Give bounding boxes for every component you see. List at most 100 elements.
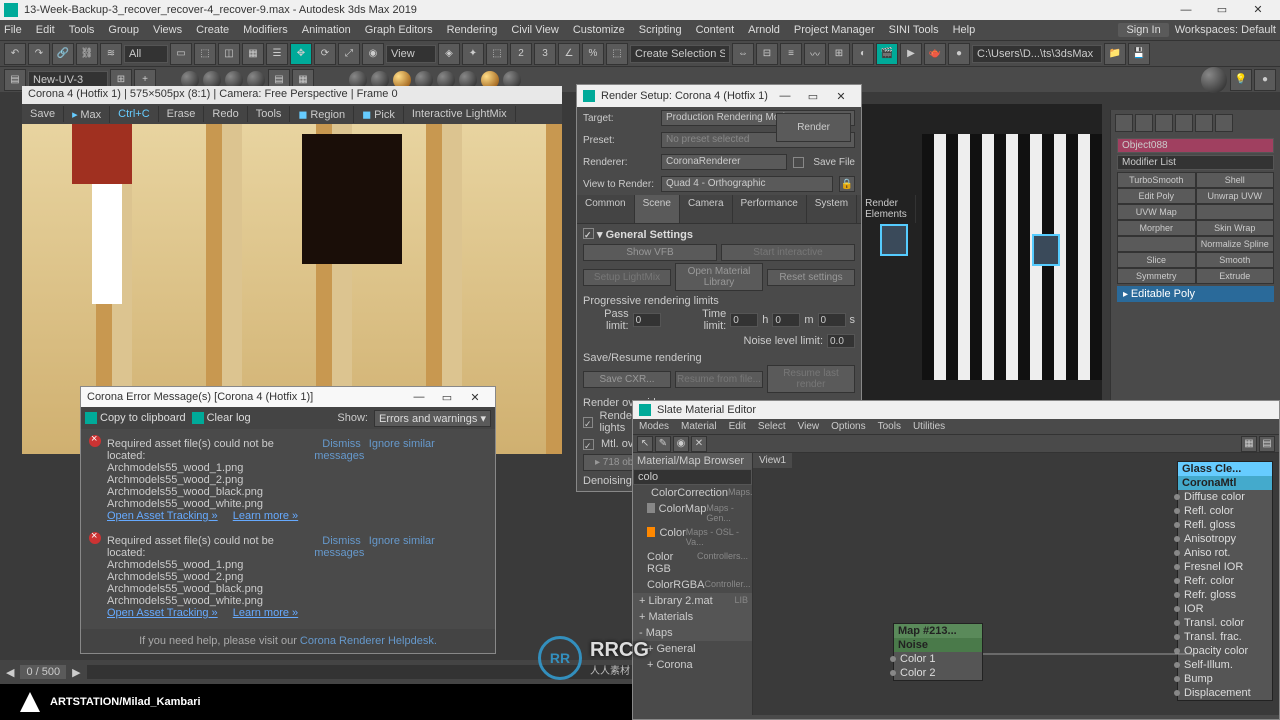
select-by-name-icon[interactable]: ☰ — [266, 43, 288, 65]
vfb-ctrlc[interactable]: Ctrl+C — [110, 106, 158, 122]
helpdesk-link[interactable]: Corona Renderer Helpdesk. — [300, 635, 437, 647]
slate-menu-select[interactable]: Select — [758, 421, 786, 432]
render-button[interactable]: Render — [776, 113, 851, 142]
mod-symmetry[interactable]: Symmetry — [1117, 268, 1196, 284]
time-h-spinner[interactable] — [730, 313, 758, 327]
render-prod-icon[interactable]: ● — [948, 43, 970, 65]
mat-group-materials[interactable]: + Materials — [633, 609, 752, 625]
vfb-pick[interactable]: ◼ Pick — [354, 106, 404, 123]
menu-scripting[interactable]: Scripting — [639, 24, 682, 36]
display-tab-icon[interactable] — [1195, 114, 1213, 132]
slate-layout-icon[interactable]: ▦ — [1241, 436, 1257, 452]
slate-menu-modes[interactable]: Modes — [639, 421, 669, 432]
close-button[interactable]: ✕ — [1240, 0, 1276, 20]
spinner-snap-icon[interactable]: ⬚ — [606, 43, 628, 65]
slate-menu-utilities[interactable]: Utilities — [913, 421, 945, 432]
tab-camera[interactable]: Camera — [680, 195, 733, 223]
menu-file[interactable]: File — [4, 24, 22, 36]
rhl-checkbox[interactable] — [583, 417, 593, 428]
vfb-save[interactable]: Save — [22, 106, 64, 122]
menu-rendering[interactable]: Rendering — [447, 24, 498, 36]
node-slot[interactable]: Fresnel IOR — [1178, 560, 1272, 574]
render-setup-button[interactable]: 🎬 — [876, 43, 898, 65]
node-map[interactable]: Map #213... Noise Color 1 Color 2 — [893, 623, 983, 681]
start-interactive-button[interactable]: Start interactive — [721, 244, 855, 261]
render-close-button[interactable]: ✕ — [827, 90, 855, 103]
tab-common[interactable]: Common — [577, 195, 635, 223]
dismiss-link[interactable]: Dismiss — [322, 535, 361, 547]
view-dropdown[interactable]: Quad 4 - Orthographic — [661, 176, 833, 192]
create-tab-icon[interactable] — [1115, 114, 1133, 132]
menu-create[interactable]: Create — [196, 24, 229, 36]
copy-clipboard-button[interactable]: Copy to clipboard — [85, 412, 186, 424]
tab-performance[interactable]: Performance — [733, 195, 807, 223]
menu-modifiers[interactable]: Modifiers — [243, 24, 288, 36]
unlink-button[interactable]: ⛓ — [76, 43, 98, 65]
node-slot-color1[interactable]: Color 1 — [894, 652, 982, 666]
mat-slot-icon[interactable] — [1201, 67, 1227, 93]
keyboard-shortcut-icon[interactable]: ⬚ — [486, 43, 508, 65]
menu-arnold[interactable]: Arnold — [748, 24, 780, 36]
node-slot[interactable]: Displacement — [1178, 686, 1272, 700]
menu-civilview[interactable]: Civil View — [511, 24, 558, 36]
setup-lightmix-button[interactable]: Setup LightMix — [583, 269, 671, 286]
general-settings-header[interactable]: ▾ General Settings — [583, 224, 855, 243]
open-matlib-button[interactable]: Open Material Library — [675, 263, 763, 291]
menu-edit[interactable]: Edit — [36, 24, 55, 36]
dismiss-link[interactable]: Dismiss — [322, 438, 361, 450]
workspaces-dropdown[interactable]: Workspaces: Default — [1175, 24, 1276, 36]
object-name-field[interactable]: Object088 — [1117, 138, 1274, 153]
error-filter-dropdown[interactable]: Errors and warnings ▾ — [374, 410, 491, 427]
modify-tab-icon[interactable] — [1135, 114, 1153, 132]
node-slot[interactable]: Anisotropy — [1178, 532, 1272, 546]
vfb-max[interactable]: ▸ Max — [64, 106, 110, 123]
slate-menu-tools[interactable]: Tools — [878, 421, 901, 432]
asset-tracking-link[interactable]: Open Asset Tracking » — [107, 510, 218, 522]
mod-turbosmooth[interactable]: TurboSmooth — [1117, 172, 1196, 188]
clear-log-button[interactable]: Clear log — [192, 412, 251, 424]
selection-filter[interactable] — [124, 45, 168, 63]
slate-menu-view[interactable]: View — [798, 421, 820, 432]
teapot-render-icon[interactable]: 🫖 — [924, 43, 946, 65]
signin-button[interactable]: Sign In — [1118, 23, 1168, 37]
mod-shell[interactable]: Shell — [1196, 172, 1275, 188]
hierarchy-tab-icon[interactable] — [1155, 114, 1173, 132]
mod-extrude[interactable]: Extrude — [1196, 268, 1275, 284]
menu-grapheditors[interactable]: Graph Editors — [365, 24, 433, 36]
slate-pick-icon[interactable]: ↖ — [637, 436, 653, 452]
mat-group-library[interactable]: + Library 2.matLIB — [633, 593, 752, 609]
savefile-checkbox[interactable] — [793, 157, 804, 168]
snap-2d-icon[interactable]: 2 — [510, 43, 532, 65]
node-slot[interactable]: Refr. color — [1178, 574, 1272, 588]
menu-content[interactable]: Content — [696, 24, 735, 36]
reset-settings-button[interactable]: Reset settings — [767, 269, 855, 286]
material-editor-button[interactable]: ◐ — [852, 43, 874, 65]
slate-layout2-icon[interactable]: ▤ — [1259, 436, 1275, 452]
show-vfb-button[interactable]: Show VFB — [583, 244, 717, 261]
node-slot[interactable]: Self-Illum. — [1178, 658, 1272, 672]
slate-view[interactable]: View1 Map #213... Noise Color 1 Color 2 … — [753, 453, 1279, 715]
folder-icon[interactable]: 📁 — [1104, 43, 1126, 65]
learn-more-link[interactable]: Learn more » — [233, 510, 298, 522]
vfb-lightmix[interactable]: Interactive LightMix — [404, 106, 516, 122]
mod-editpoly[interactable]: Edit Poly — [1117, 188, 1196, 204]
pivot-icon[interactable]: ◈ — [438, 43, 460, 65]
rotate-button[interactable]: ⟳ — [314, 43, 336, 65]
error-close-button[interactable]: ✕ — [461, 391, 489, 404]
mod-smooth[interactable]: Smooth — [1196, 252, 1275, 268]
mod-blank2[interactable] — [1117, 236, 1196, 252]
node-slot[interactable]: Diffuse color — [1178, 490, 1272, 504]
node-slot[interactable]: Aniso rot. — [1178, 546, 1272, 560]
timeline-prev-icon[interactable]: ◀ — [6, 666, 14, 679]
placement-button[interactable]: ◉ — [362, 43, 384, 65]
node-glass[interactable]: Glass Cle... CoronaMtl Diffuse color Ref… — [1177, 461, 1273, 701]
minimize-button[interactable]: — — [1168, 0, 1204, 20]
selection-set-input[interactable] — [630, 45, 730, 63]
layer-button[interactable]: ≡ — [780, 43, 802, 65]
manipulate-icon[interactable]: ✦ — [462, 43, 484, 65]
mod-normspline[interactable]: Normalize Spline — [1196, 236, 1275, 252]
render-min-button[interactable]: — — [771, 90, 799, 102]
snap-3d-icon[interactable]: 3 — [534, 43, 556, 65]
menu-sinitools[interactable]: SINI Tools — [889, 24, 939, 36]
menu-animation[interactable]: Animation — [302, 24, 351, 36]
